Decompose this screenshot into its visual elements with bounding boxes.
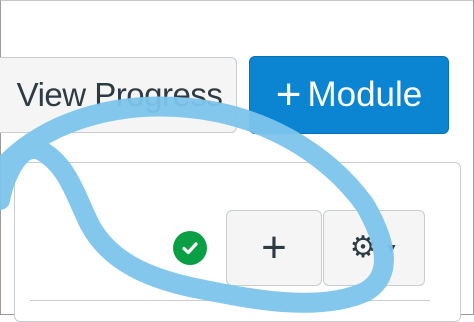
caret-down-icon: ▼ (384, 240, 399, 256)
view-progress-button[interactable]: View Progress (0, 57, 237, 133)
gear-icon: ⚙ (349, 231, 377, 264)
check-icon (182, 242, 198, 255)
module-settings-button[interactable]: ⚙ ▼ (323, 210, 425, 286)
module-item-row (30, 300, 430, 321)
plus-icon: + (261, 223, 287, 272)
view-progress-label: View Progress (16, 76, 223, 113)
published-check-icon[interactable] (173, 231, 207, 265)
add-module-button[interactable]: + Module (249, 56, 449, 134)
add-item-button[interactable]: + (226, 210, 322, 286)
add-module-label: Module (307, 75, 423, 114)
plus-icon: + (275, 70, 302, 119)
